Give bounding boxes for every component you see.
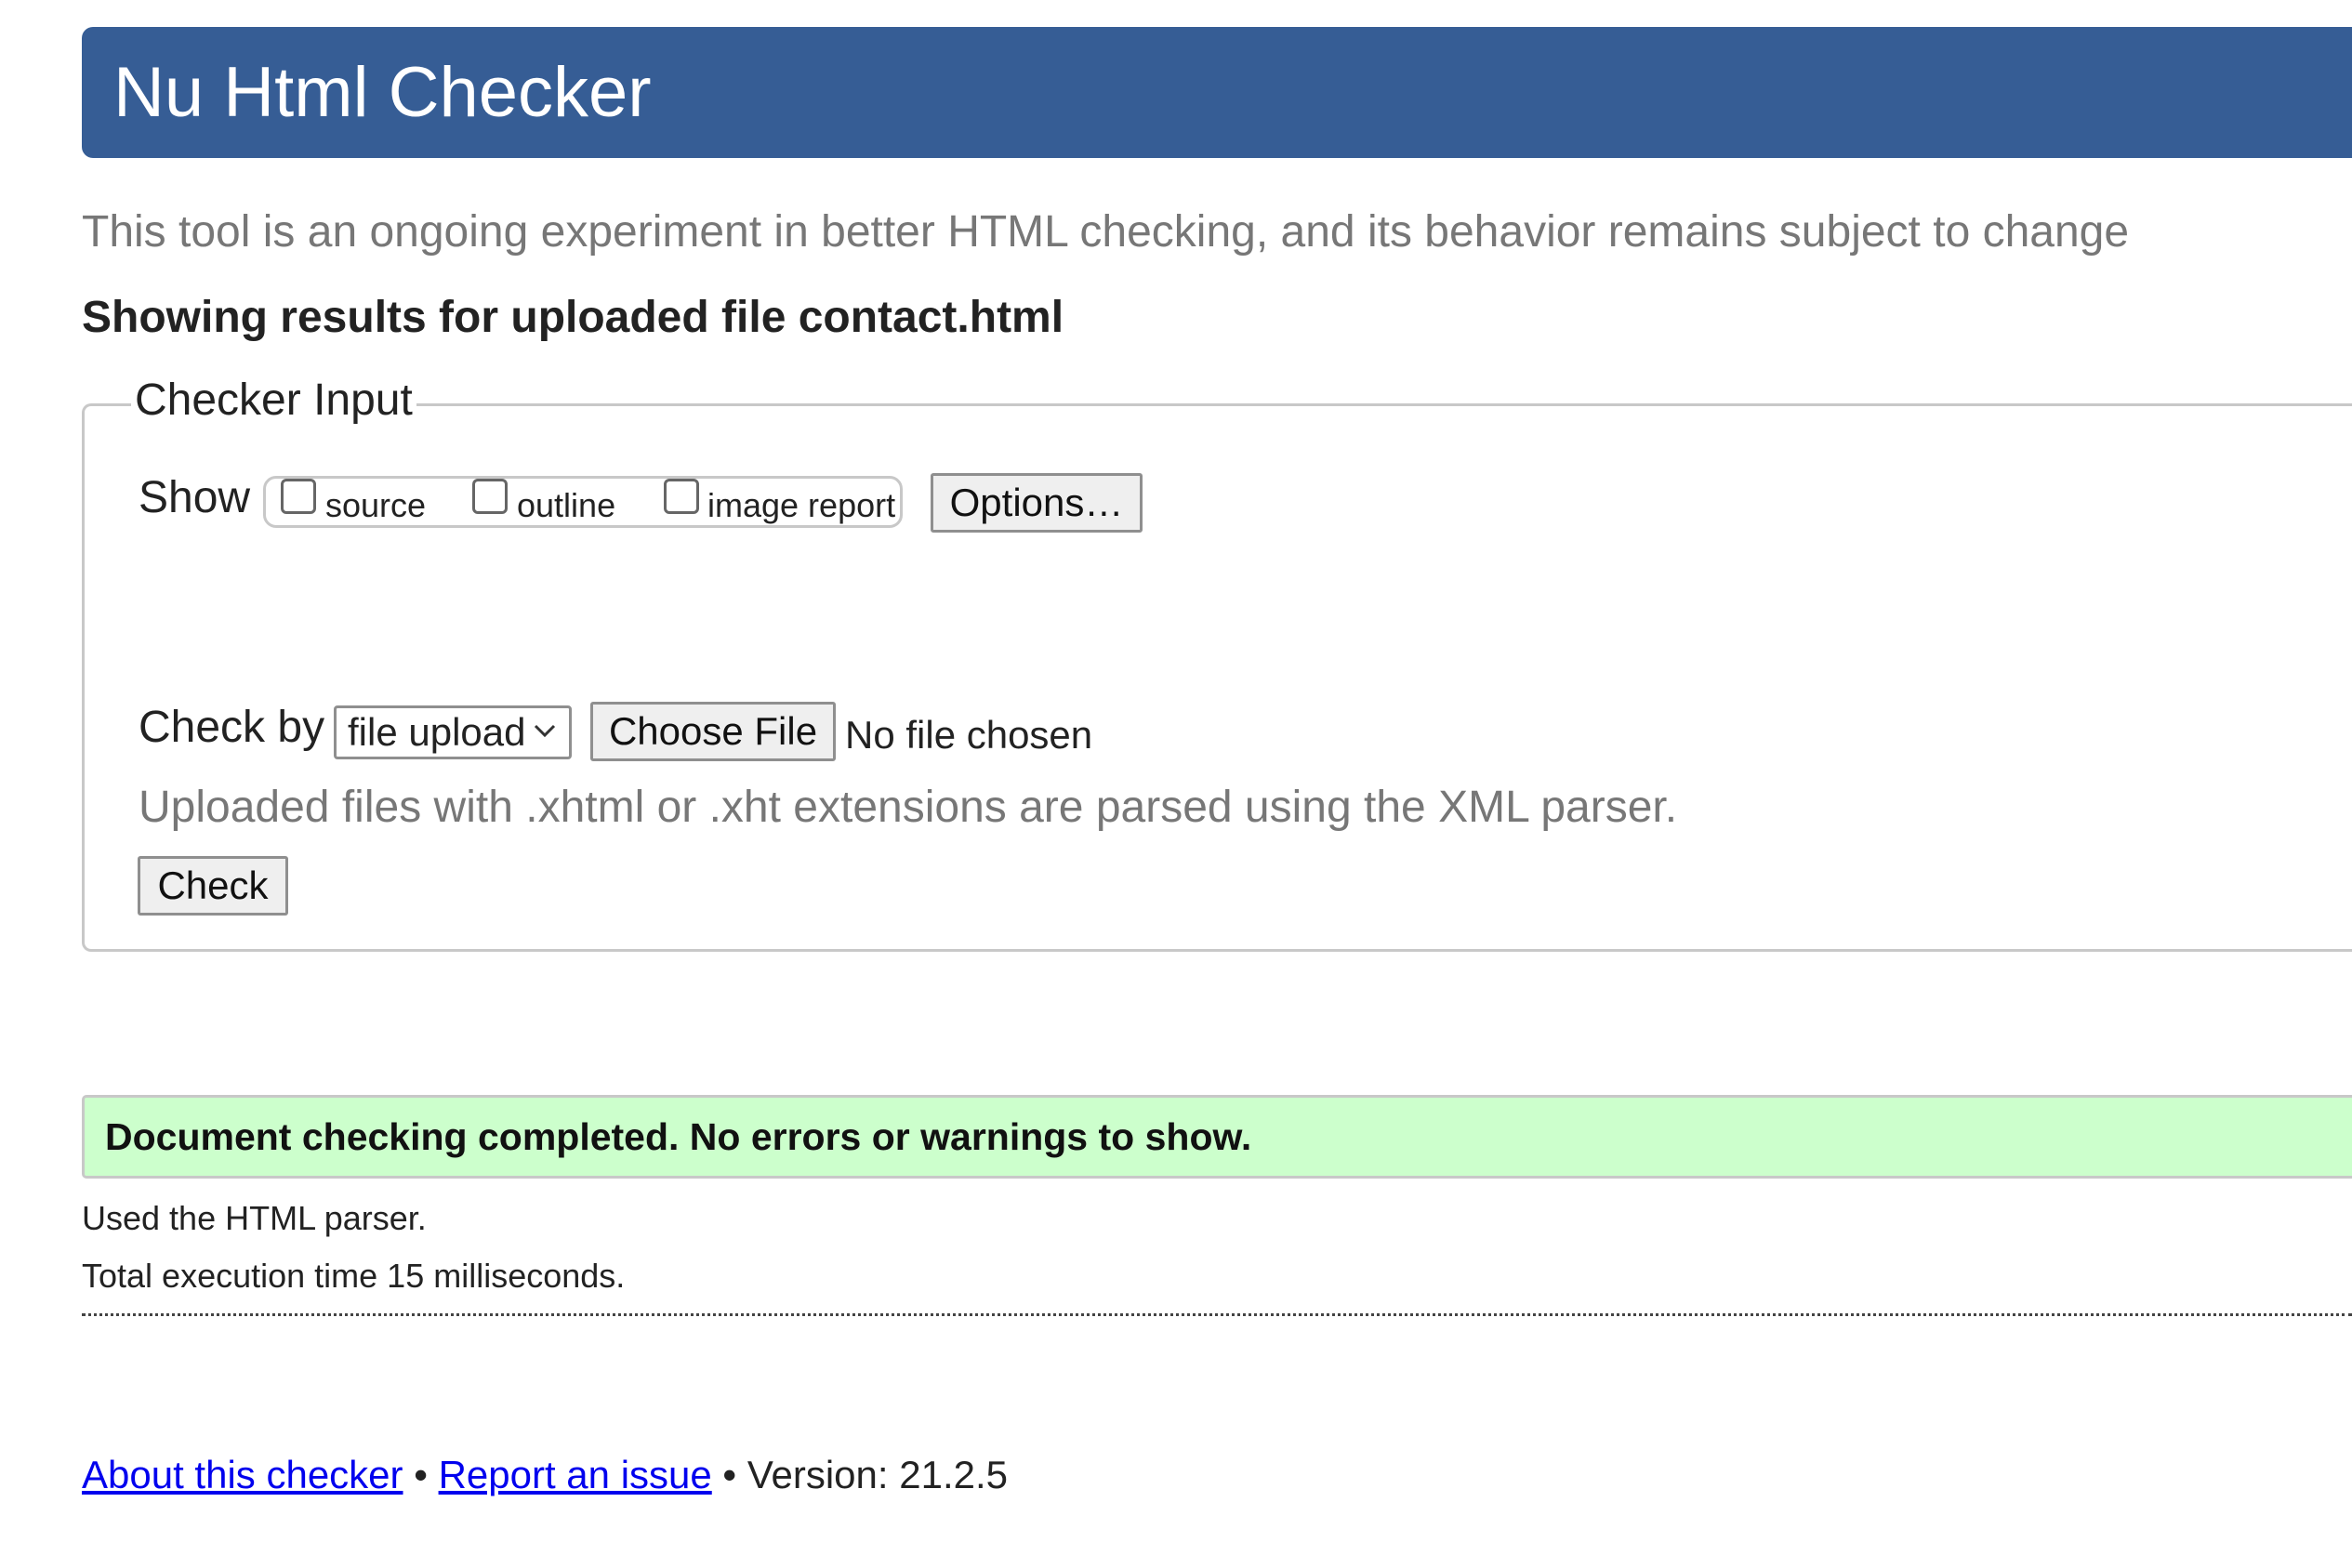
source-checkbox[interactable]: [281, 479, 316, 514]
image-report-checkbox-label[interactable]: image report: [707, 486, 895, 525]
page-title: Nu Html Checker: [113, 52, 652, 132]
footer-separator: •: [414, 1453, 428, 1496]
parser-note: Used the HTML parser.: [82, 1199, 427, 1237]
execution-time: Total execution time 15 milliseconds.: [82, 1257, 626, 1295]
outline-checkbox[interactable]: [472, 479, 508, 514]
options-button[interactable]: Options…: [931, 473, 1143, 533]
source-checkbox-label[interactable]: source: [325, 486, 426, 525]
footer: About this checker • Report an issue • V…: [82, 1453, 1008, 1497]
check-button[interactable]: Check: [138, 856, 288, 916]
checker-input-fieldset: Checker Input Show source outline image …: [82, 375, 2352, 952]
choose-file-button[interactable]: Choose File: [590, 702, 836, 761]
report-issue-link[interactable]: Report an issue: [439, 1453, 712, 1496]
page: Nu Html Checker This tool is an ongoing …: [0, 0, 2352, 1568]
image-report-checkbox[interactable]: [664, 479, 699, 514]
results-heading: Showing results for uploaded file contac…: [82, 293, 1064, 342]
divider: [82, 1313, 2352, 1316]
check-by-select-value: file upload: [348, 710, 526, 754]
header-banner: Nu Html Checker: [82, 27, 2352, 158]
outline-checkbox-label[interactable]: outline: [517, 486, 615, 525]
about-checker-link[interactable]: About this checker: [82, 1453, 403, 1496]
footer-separator: •: [722, 1453, 737, 1496]
no-file-chosen-text: No file chosen: [845, 713, 1093, 757]
version-text: Version: 21.2.5: [747, 1453, 1009, 1496]
check-by-label: Check by: [139, 703, 325, 752]
checker-input-legend: Checker Input: [131, 375, 416, 426]
show-label: Show: [139, 473, 251, 522]
show-options-group: source outline image report: [263, 476, 903, 528]
success-message: Document checking completed. No errors o…: [82, 1095, 2352, 1179]
intro-text: This tool is an ongoing experiment in be…: [82, 207, 2130, 257]
chevron-down-icon: [534, 724, 556, 738]
check-by-select[interactable]: file upload: [334, 705, 572, 759]
upload-note: Uploaded files with .xhtml or .xht exten…: [139, 783, 1678, 832]
